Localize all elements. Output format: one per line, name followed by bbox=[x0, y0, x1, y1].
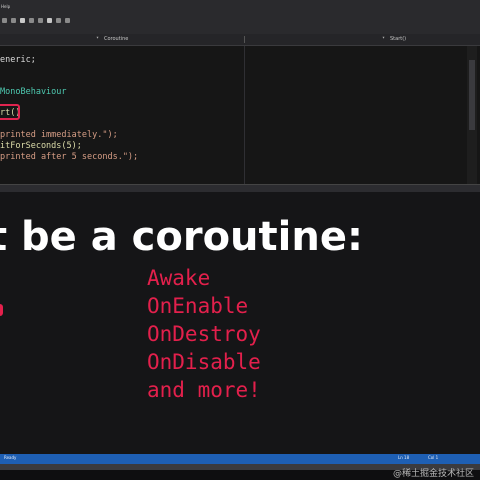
method-item: Awake bbox=[147, 266, 211, 290]
ide-toolbar: Help bbox=[0, 0, 480, 34]
build-icon[interactable] bbox=[38, 17, 43, 23]
run-icon[interactable] bbox=[47, 17, 52, 23]
overlay-title: t be a coroutine: bbox=[0, 214, 363, 260]
menu-help[interactable]: Help bbox=[1, 4, 10, 9]
save-icon[interactable] bbox=[20, 17, 25, 23]
method-item: OnDestroy bbox=[147, 322, 261, 346]
highlight-box bbox=[0, 104, 20, 120]
code-line: MonoBehaviour bbox=[0, 87, 67, 97]
method-item: and more! bbox=[147, 378, 261, 402]
debug-icon[interactable] bbox=[56, 17, 61, 23]
class-dropdown[interactable]: Coroutine bbox=[104, 36, 128, 42]
toolbar-icons bbox=[2, 16, 70, 24]
code-line: itForSeconds(5); bbox=[0, 141, 82, 151]
editor-guide bbox=[244, 46, 245, 184]
code-line: printed after 5 seconds."); bbox=[0, 152, 139, 162]
column-indicator[interactable]: Col 1 bbox=[428, 455, 438, 460]
nav-divider bbox=[244, 36, 245, 43]
status-text: Ready bbox=[4, 455, 17, 460]
code-line: printed immediately."); bbox=[0, 130, 118, 140]
bookmark-icon[interactable] bbox=[65, 17, 70, 23]
method-item: OnDisable bbox=[147, 350, 261, 374]
save-all-icon[interactable] bbox=[29, 17, 34, 23]
method-dropdown[interactable]: Start() bbox=[390, 36, 406, 42]
code-line: eneric; bbox=[0, 55, 36, 65]
scrollbar-thumb[interactable] bbox=[469, 60, 475, 130]
redo-icon[interactable] bbox=[11, 17, 16, 23]
method-item: OnEnable bbox=[147, 294, 249, 318]
undo-icon[interactable] bbox=[2, 17, 7, 23]
navigation-bar: ▾ Coroutine ▾ Start() bbox=[0, 34, 480, 46]
chevron-down-icon[interactable]: ▾ bbox=[382, 35, 385, 41]
chevron-down-icon[interactable]: ▾ bbox=[96, 35, 99, 41]
code-editor[interactable] bbox=[0, 46, 480, 184]
watermark: @稀土掘金技术社区 bbox=[392, 469, 474, 479]
line-indicator[interactable]: Ln 18 bbox=[398, 455, 409, 460]
status-bar: Ready Ln 18 Col 1 bbox=[0, 454, 480, 464]
left-marker bbox=[0, 304, 3, 316]
